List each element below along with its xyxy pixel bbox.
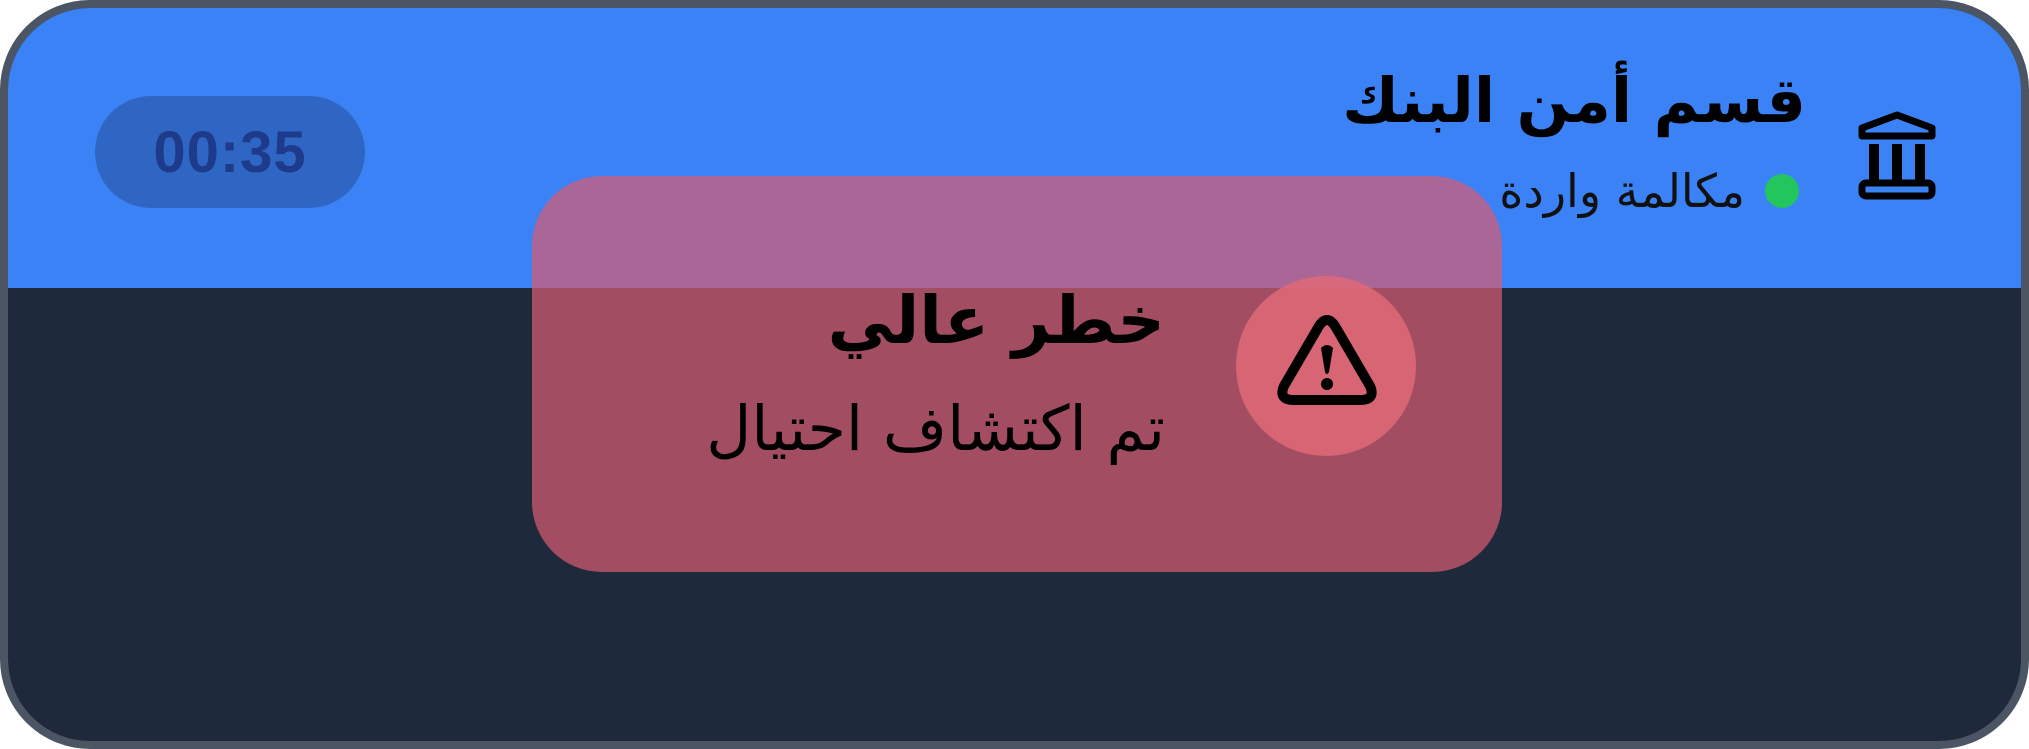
call-status: مكالمة واردة bbox=[1499, 168, 1799, 214]
call-timer: 00:35 bbox=[95, 96, 365, 208]
fraud-alert-card: خطر عالي تم اكتشاف احتيال bbox=[532, 176, 1502, 572]
alert-title: خطر عالي bbox=[827, 282, 1165, 359]
warning-triangle-icon bbox=[1277, 315, 1377, 405]
alert-message: تم اكتشاف احتيال bbox=[706, 392, 1165, 465]
bank-icon bbox=[1858, 111, 1936, 200]
call-timer-text: 00:35 bbox=[153, 119, 307, 185]
caller-name: قسم أمن البنك bbox=[1342, 64, 1806, 137]
status-dot bbox=[1765, 174, 1799, 208]
call-screen: قسم أمن البنك مكالمة واردة 00:35 خطر عال… bbox=[0, 0, 2029, 749]
call-status-text: مكالمة واردة bbox=[1499, 164, 1745, 218]
